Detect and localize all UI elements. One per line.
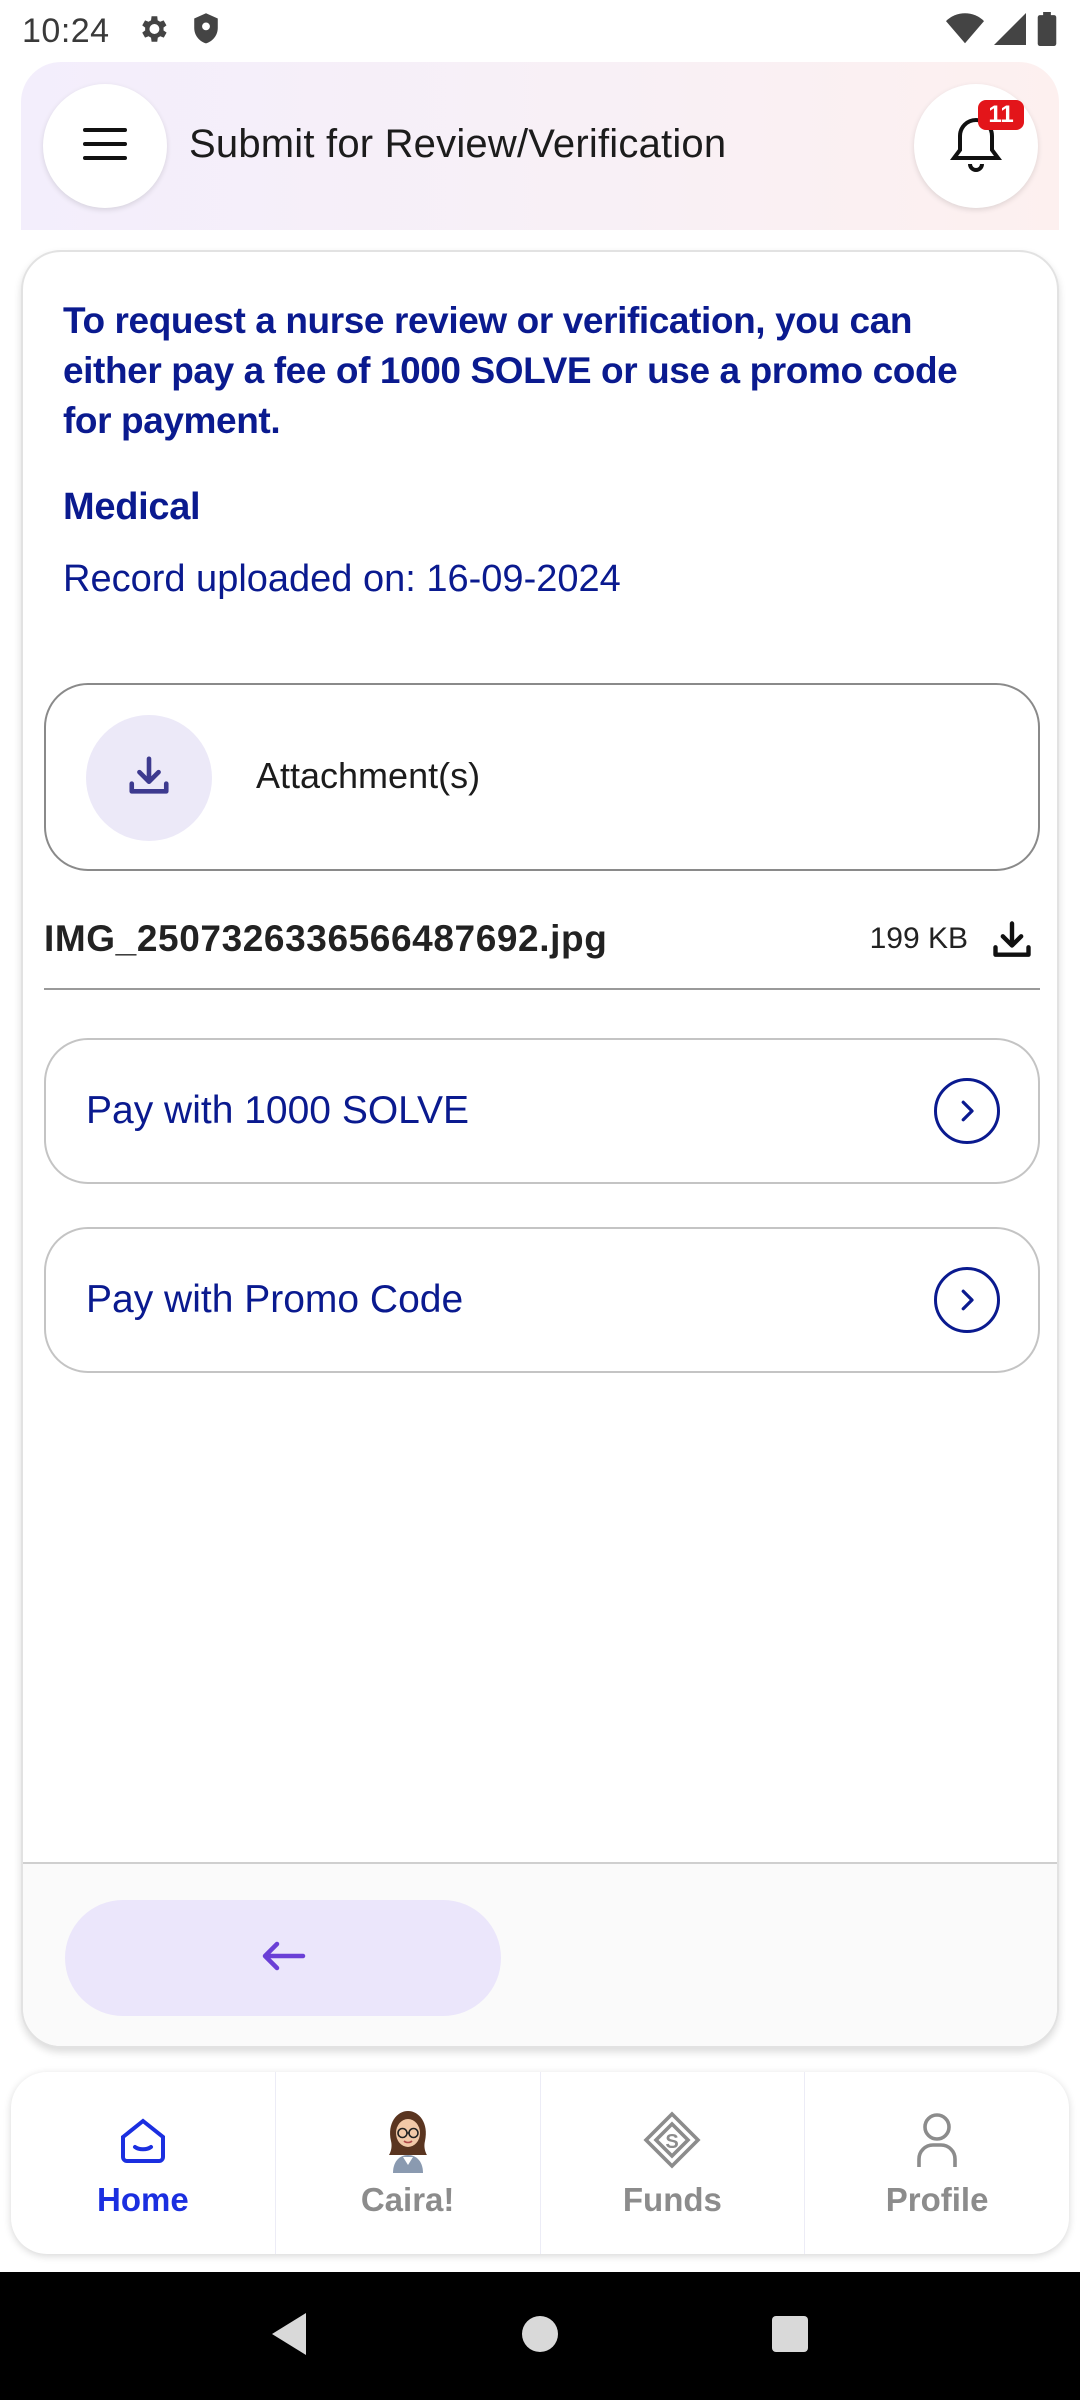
pay-with-solve-label: Pay with 1000 SOLVE xyxy=(86,1089,469,1132)
svg-text:S: S xyxy=(666,2131,679,2153)
chevron-right-circle-icon xyxy=(934,1267,1000,1333)
attachment-label: Attachment(s) xyxy=(256,755,481,796)
download-icon xyxy=(126,753,172,804)
hamburger-menu-icon xyxy=(81,124,129,169)
attachment-download-button[interactable] xyxy=(86,715,212,841)
wifi-icon xyxy=(946,12,984,50)
nav-item-home[interactable]: Home xyxy=(11,2072,276,2254)
chevron-right-circle-icon xyxy=(934,1078,1000,1144)
home-icon xyxy=(117,2107,169,2173)
status-time: 10:24 xyxy=(22,11,110,50)
pay-with-promo-code-button[interactable]: Pay with Promo Code xyxy=(44,1227,1040,1373)
signal-icon xyxy=(994,12,1026,50)
battery-icon xyxy=(1036,11,1058,51)
pay-with-promo-code-label: Pay with Promo Code xyxy=(86,1278,464,1321)
record-upload-date: Record uploaded on: 16-09-2024 xyxy=(63,558,621,600)
nav-label-profile: Profile xyxy=(885,2181,989,2218)
system-home-icon[interactable] xyxy=(520,2314,560,2359)
nav-label-caira: Caira! xyxy=(360,2181,455,2218)
file-row: IMG_2507326336566487692.jpg 199 KB xyxy=(44,912,1040,990)
status-bar: 10:24 xyxy=(0,0,1080,62)
record-category: Medical xyxy=(63,486,201,528)
menu-button[interactable] xyxy=(43,84,167,208)
app-header: Submit for Review/Verification 11 xyxy=(21,62,1059,230)
nav-item-funds[interactable]: S Funds xyxy=(541,2072,806,2254)
file-name[interactable]: IMG_2507326336566487692.jpg xyxy=(44,918,607,960)
system-recents-icon[interactable] xyxy=(770,2314,810,2359)
page-title: Submit for Review/Verification xyxy=(189,122,727,166)
notifications-button[interactable]: 11 xyxy=(914,84,1038,208)
bottom-nav: Home Caira! S Funds Profile xyxy=(11,2072,1069,2254)
system-nav-bar xyxy=(0,2272,1080,2400)
nav-label-home: Home xyxy=(97,2181,189,2218)
intro-text: To request a nurse review or verificatio… xyxy=(63,300,958,441)
funds-icon: S xyxy=(642,2107,702,2173)
pay-with-solve-button[interactable]: Pay with 1000 SOLVE xyxy=(44,1038,1040,1184)
file-download-icon[interactable] xyxy=(990,918,1034,967)
nav-item-caira[interactable]: Caira! xyxy=(276,2072,541,2254)
submit-review-card: To request a nurse review or verificatio… xyxy=(21,250,1059,2048)
file-size: 199 KB xyxy=(869,922,968,955)
attachments-section[interactable]: Attachment(s) xyxy=(44,683,1040,871)
nav-item-profile[interactable]: Profile xyxy=(805,2072,1069,2254)
profile-icon xyxy=(915,2107,959,2173)
shield-icon xyxy=(190,12,222,51)
nav-label-funds: Funds xyxy=(622,2181,722,2218)
gear-icon xyxy=(136,12,170,51)
arrow-left-icon xyxy=(259,1938,307,1979)
notification-count-badge: 11 xyxy=(978,100,1024,130)
caira-avatar-icon xyxy=(383,2107,433,2173)
card-footer xyxy=(23,1862,1057,2046)
system-back-icon[interactable] xyxy=(270,2311,310,2362)
back-button[interactable] xyxy=(65,1900,501,2016)
